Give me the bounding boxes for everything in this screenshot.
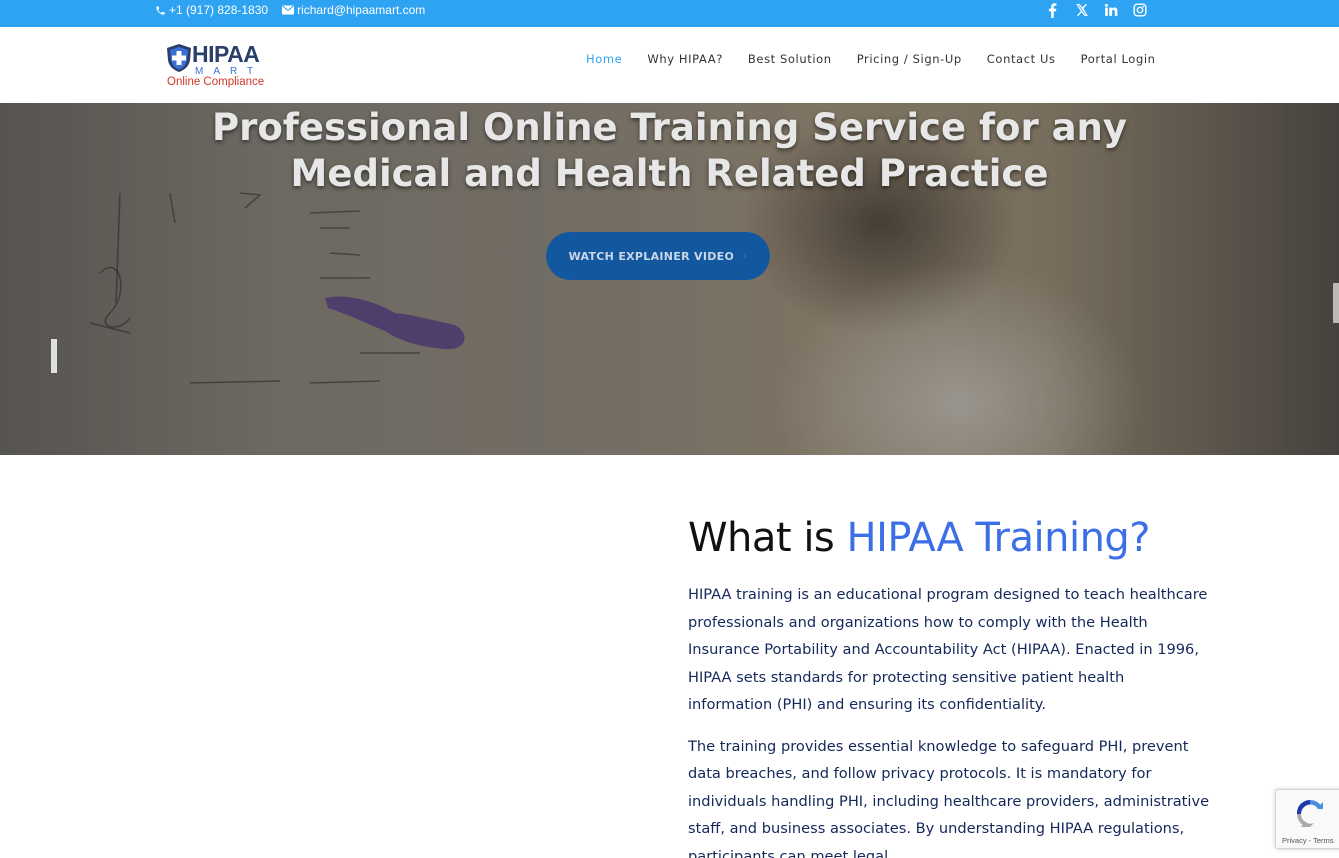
email-address: richard@hipaamart.com <box>297 3 426 17</box>
facebook-icon[interactable] <box>1045 2 1060 18</box>
logo-tagline: Online Compliance <box>167 76 265 88</box>
recaptcha-label[interactable]: Privacy - Terms <box>1282 836 1334 845</box>
nav-item-why-hipaa[interactable]: Why HIPAA? <box>647 51 723 67</box>
hero-headline-line1: Professional Online Training Service for… <box>211 106 1128 149</box>
main-nav: Home Why HIPAA? Best Solution Pricing / … <box>586 51 1156 67</box>
chevron-right-icon: › <box>742 249 748 263</box>
section-title-plain: What is <box>688 515 847 561</box>
watch-video-label: WATCH EXPLAINER VIDEO <box>568 249 735 263</box>
watch-video-button[interactable]: WATCH EXPLAINER VIDEO › <box>546 232 770 280</box>
section-title-accent: HIPAA Training? <box>846 515 1151 561</box>
site-header: HIPAA MART Online Compliance Home Why HI… <box>0 27 1339 103</box>
shield-cross-icon <box>167 44 191 72</box>
nav-item-best-solution[interactable]: Best Solution <box>748 51 832 67</box>
email-link[interactable]: richard@hipaamart.com <box>282 3 425 17</box>
contact-info: +1 (917) 828-1830 richard@hipaamart.com <box>155 0 425 20</box>
slider-indicator-right[interactable] <box>1333 283 1339 323</box>
linkedin-icon[interactable] <box>1103 3 1118 18</box>
hero-headline: Professional Online Training Service for… <box>0 105 1339 197</box>
phone-number: +1 (917) 828-1830 <box>169 3 269 17</box>
slider-indicator-left[interactable] <box>51 339 57 373</box>
recaptcha-badge[interactable]: Privacy - Terms <box>1275 789 1339 849</box>
logo-wordmark: HIPAA <box>192 41 260 67</box>
site-logo[interactable]: HIPAA MART Online Compliance <box>165 41 269 91</box>
phone-link[interactable]: +1 (917) 828-1830 <box>155 3 268 17</box>
recaptcha-icon <box>1296 799 1323 827</box>
what-is-section: What is HIPAA Training? HIPAA training i… <box>688 512 1228 858</box>
nav-item-home[interactable]: Home <box>586 51 622 67</box>
top-bar: +1 (917) 828-1830 richard@hipaamart.com <box>0 0 1339 27</box>
envelope-icon <box>282 5 295 15</box>
section-paragraph-1: HIPAA training is an educational program… <box>688 586 1208 713</box>
hero-banner: Professional Online Training Service for… <box>0 103 1339 455</box>
social-links <box>1045 0 1147 20</box>
x-icon[interactable] <box>1074 3 1089 18</box>
instagram-icon[interactable] <box>1132 3 1147 18</box>
phone-icon <box>156 5 165 15</box>
nav-item-portal-login[interactable]: Portal Login <box>1081 51 1156 67</box>
section-title: What is HIPAA Training? <box>688 512 1228 564</box>
nav-item-contact[interactable]: Contact Us <box>987 51 1056 67</box>
nav-item-pricing[interactable]: Pricing / Sign-Up <box>857 51 962 67</box>
section-paragraph-2: The training provides essential knowledg… <box>688 737 1210 858</box>
hero-headline-line2: Medical and Health Related Practice <box>290 152 1049 195</box>
